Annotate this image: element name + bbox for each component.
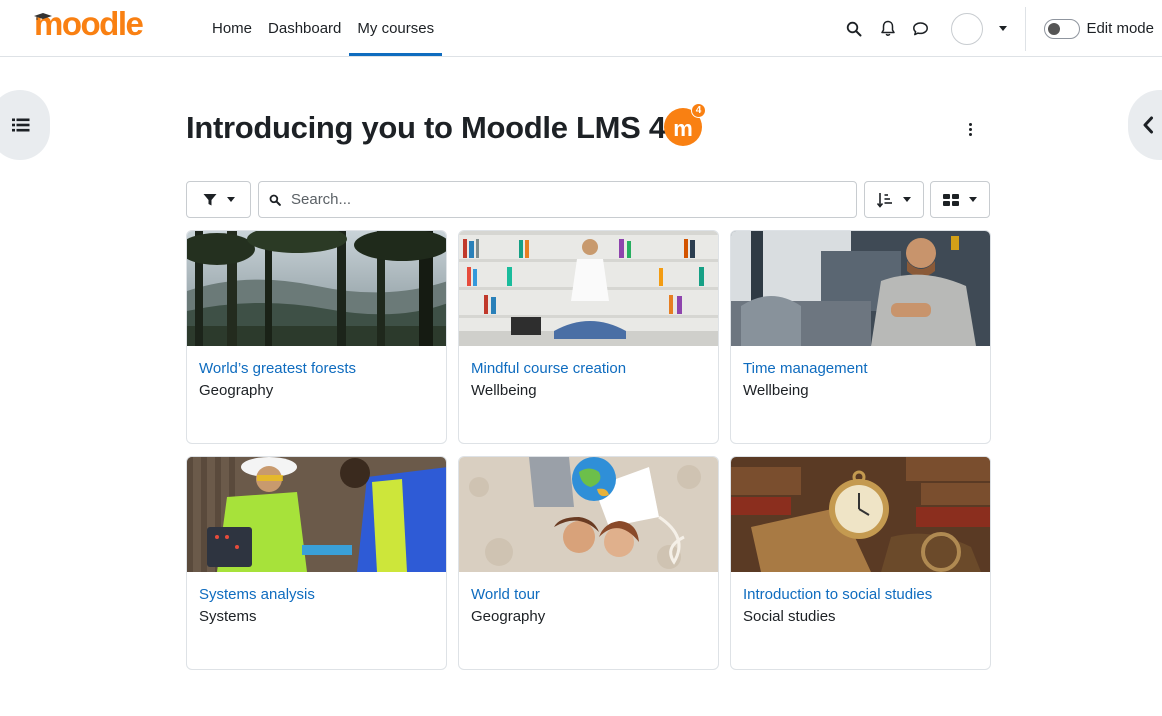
course-title-link[interactable]: World’s greatest forests (199, 360, 356, 377)
view-mode-dropdown-button[interactable] (930, 181, 990, 218)
search-icon (269, 194, 281, 206)
top-navbar: moodle Home Dashboard My courses Edit mo… (0, 0, 1162, 57)
navbar-right: Edit mode (839, 0, 1162, 57)
more-actions-kebab-icon[interactable] (962, 118, 978, 140)
chevron-left-icon (1143, 116, 1153, 134)
course-title-link[interactable]: World tour (471, 586, 540, 603)
user-menu-chevron-down-icon[interactable] (999, 26, 1008, 31)
edit-mode-toggle[interactable] (1044, 18, 1081, 39)
course-image-world-tour[interactable] (459, 457, 718, 572)
course-image-time-management[interactable] (731, 231, 990, 346)
list-icon (12, 118, 30, 132)
nav-home[interactable]: Home (212, 0, 260, 57)
primary-navigation: Home Dashboard My courses (212, 0, 442, 57)
filter-dropdown-button[interactable] (186, 181, 251, 218)
edit-mode-label: Edit mode (1086, 20, 1154, 37)
nav-dashboard[interactable]: Dashboard (260, 0, 349, 57)
course-image-social-studies[interactable] (731, 457, 990, 572)
chevron-down-icon (226, 197, 235, 202)
course-category: Wellbeing (471, 382, 537, 399)
course-category: Social studies (743, 608, 836, 625)
course-title-link[interactable]: Mindful course creation (471, 360, 626, 377)
course-card[interactable]: World tour Geography (458, 456, 719, 670)
user-avatar[interactable] (951, 12, 984, 45)
course-card[interactable]: Mindful course creation Wellbeing (458, 230, 719, 444)
logo-text: moodle (34, 5, 144, 42)
nav-my-courses[interactable]: My courses (349, 0, 442, 57)
chevron-down-icon (969, 197, 977, 202)
page-title: Introducing you to Moodle LMS 4 (186, 110, 666, 145)
bell-icon[interactable] (873, 14, 903, 44)
moodle-logo[interactable]: moodle (34, 4, 144, 44)
course-card[interactable]: Introduction to social studies Social st… (730, 456, 991, 670)
search-icon[interactable] (839, 14, 869, 44)
navbar-divider (1025, 6, 1027, 51)
sort-dropdown-button[interactable] (864, 181, 924, 218)
course-image-systems-analysis[interactable] (187, 457, 446, 572)
course-card[interactable]: Systems analysis Systems (186, 456, 447, 670)
filter-icon (203, 193, 216, 205)
course-card[interactable]: Time management Wellbeing (730, 230, 991, 444)
course-category: Geography (199, 382, 274, 399)
grid-view-icon (943, 193, 959, 206)
course-index-drawer-button[interactable] (0, 90, 50, 160)
course-image-mindful[interactable] (459, 231, 718, 346)
block-drawer-button[interactable] (1128, 90, 1162, 160)
chevron-down-icon (903, 197, 911, 202)
course-image-forest[interactable] (187, 231, 446, 346)
course-category: Systems (199, 608, 257, 625)
course-category: Wellbeing (743, 382, 809, 399)
search-input[interactable] (291, 191, 831, 208)
toggle-knob (1048, 22, 1061, 35)
course-title-link[interactable]: Introduction to social studies (743, 586, 932, 603)
badge-number: 4 (691, 103, 706, 118)
graduation-cap-icon (34, 13, 52, 20)
course-title-link[interactable]: Systems analysis (199, 586, 315, 603)
moodle-badge-icon: m 4 (664, 103, 706, 146)
course-title-link[interactable]: Time management (743, 360, 868, 377)
badge-letter: m (673, 116, 693, 141)
chat-icon[interactable] (905, 14, 935, 44)
course-card[interactable]: World’s greatest forests Geography (186, 230, 447, 444)
search-field[interactable] (258, 181, 857, 218)
sort-icon (877, 192, 892, 208)
course-category: Geography (471, 608, 546, 625)
